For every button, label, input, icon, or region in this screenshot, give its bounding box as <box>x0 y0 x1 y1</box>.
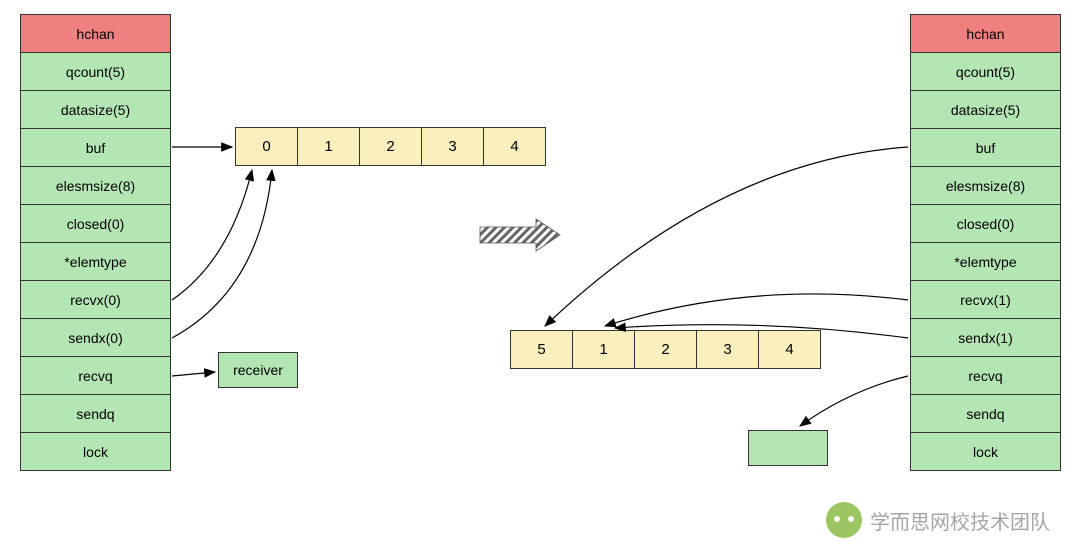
left-buf-cell-4: 4 <box>484 128 546 166</box>
right-field-closed: closed(0) <box>911 205 1061 243</box>
left-buffer-array: 0 1 2 3 4 <box>235 127 546 166</box>
arrow-left-recvq-to-receiver <box>172 372 215 376</box>
right-buf-cell-2: 2 <box>635 331 697 369</box>
right-field-sendq: sendq <box>911 395 1061 433</box>
right-receiver-box <box>748 430 828 466</box>
arrow-left-recvx-to-buf0 <box>172 170 252 300</box>
left-struct-header: hchan <box>21 15 171 53</box>
left-buf-cell-2: 2 <box>360 128 422 166</box>
right-buf-cell-1: 1 <box>573 331 635 369</box>
right-field-lock: lock <box>911 433 1061 471</box>
left-buf-cell-3: 3 <box>422 128 484 166</box>
left-field-elesmsize: elesmsize(8) <box>21 167 171 205</box>
transition-arrow-icon <box>480 219 560 251</box>
left-field-qcount: qcount(5) <box>21 53 171 91</box>
arrow-right-buf-to-buf0 <box>545 147 908 326</box>
left-buf-cell-0: 0 <box>236 128 298 166</box>
right-field-recvx: recvx(1) <box>911 281 1061 319</box>
right-hchan-struct: hchan qcount(5) datasize(5) buf elesmsiz… <box>910 14 1061 471</box>
left-field-datasize: datasize(5) <box>21 91 171 129</box>
left-receiver-box: receiver <box>218 352 298 388</box>
left-field-closed: closed(0) <box>21 205 171 243</box>
watermark: 学而思网校技术团队 <box>826 502 1050 538</box>
wechat-icon <box>826 502 862 538</box>
left-field-sendq: sendq <box>21 395 171 433</box>
right-struct-header: hchan <box>911 15 1061 53</box>
arrow-right-recvq-to-receiver <box>800 376 908 426</box>
right-field-elesmsize: elesmsize(8) <box>911 167 1061 205</box>
left-buf-cell-1: 1 <box>298 128 360 166</box>
arrow-right-recvx-to-buf1 <box>605 294 908 326</box>
left-hchan-struct: hchan qcount(5) datasize(5) buf elesmsiz… <box>20 14 171 471</box>
right-buf-cell-4: 4 <box>759 331 821 369</box>
right-buf-cell-3: 3 <box>697 331 759 369</box>
right-field-recvq: recvq <box>911 357 1061 395</box>
right-field-qcount: qcount(5) <box>911 53 1061 91</box>
left-field-buf: buf <box>21 129 171 167</box>
arrow-left-sendx-to-buf0 <box>172 170 272 338</box>
right-field-datasize: datasize(5) <box>911 91 1061 129</box>
right-field-buf: buf <box>911 129 1061 167</box>
receiver-label: receiver <box>233 362 283 378</box>
right-field-elemtype: *elemtype <box>911 243 1061 281</box>
right-buf-cell-0: 5 <box>511 331 573 369</box>
right-buffer-array: 5 1 2 3 4 <box>510 330 821 369</box>
left-field-lock: lock <box>21 433 171 471</box>
left-field-recvx: recvx(0) <box>21 281 171 319</box>
watermark-text: 学而思网校技术团队 <box>870 506 1050 535</box>
left-field-elemtype: *elemtype <box>21 243 171 281</box>
right-field-sendx: sendx(1) <box>911 319 1061 357</box>
left-field-recvq: recvq <box>21 357 171 395</box>
left-field-sendx: sendx(0) <box>21 319 171 357</box>
